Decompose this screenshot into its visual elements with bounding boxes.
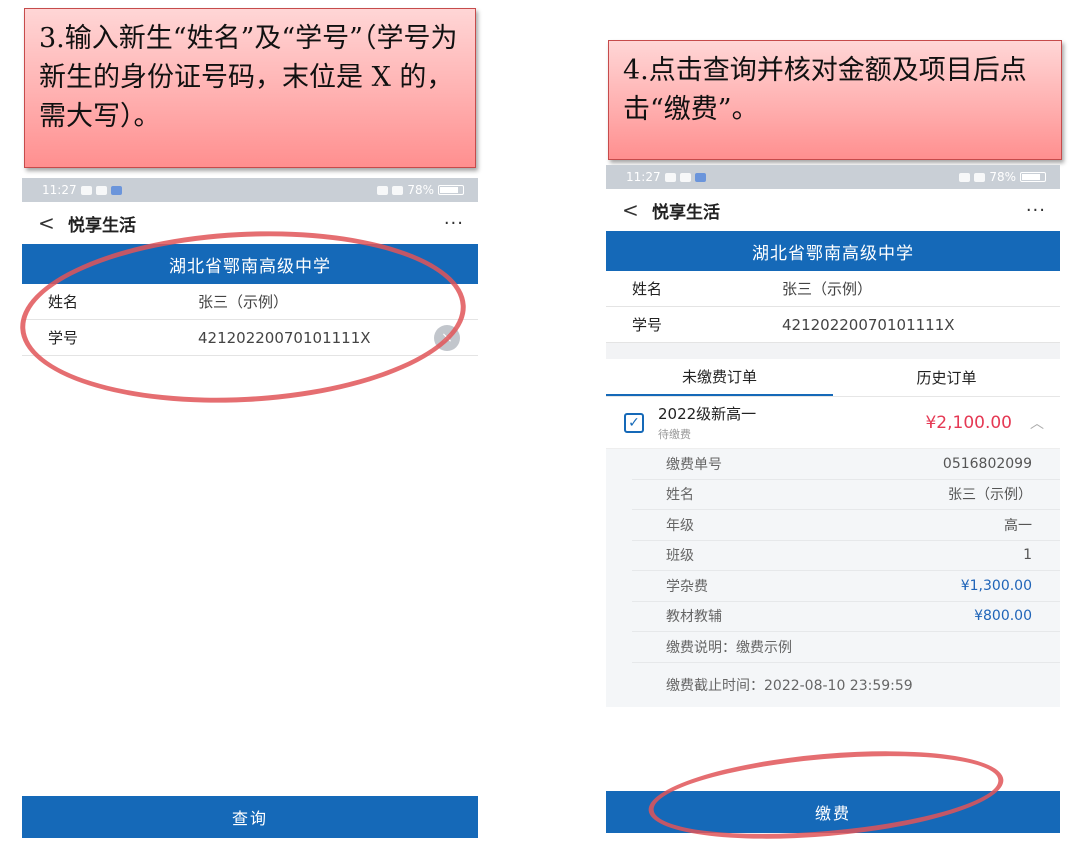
detail-label: 学杂费: [666, 578, 708, 595]
payment-deadline: 缴费截止时间：2022-08-10 23:59:59: [666, 677, 913, 694]
notification-icon: [95, 185, 107, 195]
payment-note-row: 缴费说明：缴费示例: [632, 632, 1060, 663]
school-header: 湖北省鄂南高级中学: [22, 244, 478, 284]
alarm-icon: [377, 185, 389, 195]
order-title: 2022级新高一: [658, 405, 757, 423]
clear-input-icon[interactable]: ×: [434, 324, 460, 351]
battery-percent: 78%: [989, 170, 1016, 184]
detail-value: 1: [1023, 547, 1032, 564]
order-details: 缴费单号 0516802099 姓名 张三（示例） 年级 高一 班级 1 学杂费…: [606, 449, 1060, 707]
battery-icon: [438, 185, 464, 195]
more-icon[interactable]: ···: [444, 213, 464, 234]
order-status: 待缴费: [658, 428, 691, 441]
nav-bar: < 悦享生活 ···: [606, 189, 1060, 231]
step4-callout: 4.点击查询并核对金额及项目后点击“缴费”。: [608, 40, 1062, 160]
left-phone-screen: 11:27 78% < 悦享生活 ··· 湖北省鄂南高级中学 姓名 张三（示例）…: [22, 178, 478, 861]
status-bar: 11:27 78%: [22, 178, 478, 202]
back-icon[interactable]: <: [622, 198, 646, 222]
student-id-label: 学号: [632, 316, 663, 334]
order-header[interactable]: ✓ 2022级新高一 待缴费 ¥2,100.00 ︿: [606, 397, 1060, 449]
back-icon[interactable]: <: [38, 211, 62, 235]
status-time: 11:27: [42, 183, 77, 197]
name-field-row[interactable]: 姓名 张三（示例）: [22, 284, 478, 320]
detail-value: ¥1,300.00: [960, 577, 1032, 594]
battery-percent: 78%: [407, 183, 434, 197]
name-label: 姓名: [632, 280, 663, 298]
battery-icon: [1020, 172, 1046, 182]
status-time: 11:27: [626, 170, 661, 184]
student-id-field-row[interactable]: 学号 42120220070101111X ×: [22, 320, 478, 356]
name-label: 姓名: [48, 293, 79, 311]
step4-text: 4.点击查询并核对金额及项目后点击“缴费”。: [623, 55, 1027, 126]
step3-text: 3.输入新生“姓名”及“学号”（学号为新生的身份证号码，末位是 X 的，需大写）…: [39, 23, 458, 133]
signal-icon: [392, 185, 404, 195]
detail-label: 缴费单号: [666, 456, 722, 473]
detail-label: 姓名: [666, 487, 694, 504]
detail-row: 班级 1: [632, 541, 1060, 571]
nav-title: 悦享生活: [68, 215, 136, 236]
detail-value: ¥800.00: [974, 608, 1032, 625]
name-field-row[interactable]: 姓名 张三（示例）: [606, 271, 1060, 307]
nav-title: 悦享生活: [652, 202, 720, 223]
signal-icon: [974, 172, 986, 182]
step3-callout: 3.输入新生“姓名”及“学号”（学号为新生的身份证号码，末位是 X 的，需大写）…: [24, 8, 476, 168]
detail-label: 教材教辅: [666, 609, 722, 626]
student-id-field-row[interactable]: 学号 42120220070101111X: [606, 307, 1060, 343]
detail-row: 年级 高一: [632, 510, 1060, 541]
detail-value: 张三（示例）: [948, 487, 1032, 504]
student-id-input[interactable]: 42120220070101111X: [198, 329, 434, 347]
student-id-input[interactable]: 42120220070101111X: [782, 316, 1060, 334]
detail-label: 年级: [666, 517, 694, 534]
payment-note: 缴费说明：缴费示例: [666, 639, 792, 656]
order-tabs: 未缴费订单 历史订单: [606, 359, 1060, 397]
order-amount: ¥2,100.00: [925, 412, 1012, 433]
detail-row: 姓名 张三（示例）: [632, 480, 1060, 510]
section-divider: [606, 343, 1060, 359]
detail-row: 缴费单号 0516802099: [632, 449, 1060, 480]
name-input[interactable]: 张三（示例）: [782, 278, 1060, 299]
notification-icon: [664, 172, 676, 182]
tab-unpaid-orders[interactable]: 未缴费订单: [606, 359, 833, 396]
status-bar: 11:27 78%: [606, 165, 1060, 189]
notification-icon: [80, 185, 92, 195]
detail-value: 0516802099: [942, 455, 1032, 472]
app-notification-icon: [694, 172, 706, 182]
more-icon[interactable]: ···: [1026, 200, 1046, 221]
right-phone-screen: 11:27 78% < 悦享生活 ··· 湖北省鄂南高级中学 姓名 张三（示例）…: [606, 165, 1060, 861]
query-button[interactable]: 查询: [22, 796, 478, 838]
payment-deadline-row: 缴费截止时间：2022-08-10 23:59:59: [632, 663, 1060, 707]
pay-button[interactable]: 缴费: [606, 791, 1060, 833]
chevron-up-icon[interactable]: ︿: [1030, 413, 1044, 433]
student-id-label: 学号: [48, 329, 79, 347]
checkbox-checked-icon[interactable]: ✓: [624, 412, 644, 433]
nav-bar: < 悦享生活 ···: [22, 202, 478, 244]
detail-row: 学杂费 ¥1,300.00: [632, 571, 1060, 602]
school-header: 湖北省鄂南高级中学: [606, 231, 1060, 271]
name-input[interactable]: 张三（示例）: [198, 291, 478, 312]
detail-label: 班级: [666, 548, 694, 565]
detail-row: 教材教辅 ¥800.00: [632, 602, 1060, 632]
notification-icon: [679, 172, 691, 182]
detail-value: 高一: [1004, 517, 1032, 534]
alarm-icon: [959, 172, 971, 182]
app-notification-icon: [110, 185, 122, 195]
tab-history-orders[interactable]: 历史订单: [833, 359, 1060, 396]
